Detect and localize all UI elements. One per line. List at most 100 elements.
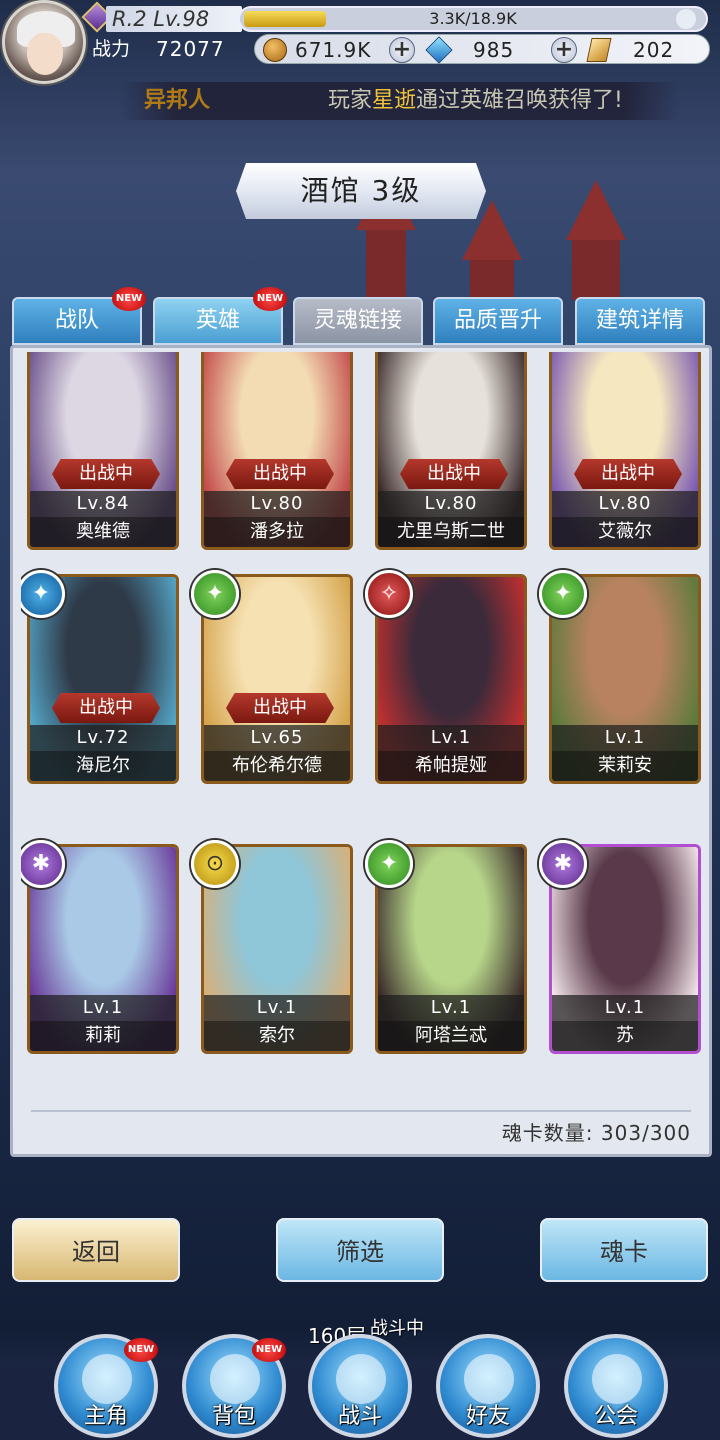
new-badge: NEW — [112, 287, 146, 311]
tab-building-details[interactable]: 建筑详情 — [575, 297, 705, 345]
hero-level: Lv.1 — [204, 995, 350, 1021]
tab-building-details-label: 建筑详情 — [595, 308, 684, 333]
nav-bag-button[interactable]: 背包 NEW — [182, 1334, 286, 1438]
hero-name: 索尔 — [204, 1021, 350, 1051]
card-amount: 202 — [633, 38, 675, 62]
tab-heroes[interactable]: 英雄 NEW — [153, 287, 287, 345]
nav-friends-button[interactable]: 好友 — [436, 1334, 540, 1438]
hero-level: Lv.1 — [378, 995, 524, 1021]
hero-grid[interactable]: 出战中 Lv.84 奥维德 出战中 Lv.80 潘多拉 出战中 Lv.80 尤里乌斯二世 出战中 L… — [21, 352, 701, 1122]
tab-team-label: 战队 — [54, 308, 99, 333]
hero-card[interactable]: 出战中 Lv.80 潘多拉 — [201, 352, 353, 550]
hero-level: Lv.84 — [30, 491, 176, 517]
gold-coin-icon — [263, 38, 287, 62]
exp-text: 3.3K/18.9K — [429, 9, 517, 28]
nav-battle-button[interactable]: 战斗 — [308, 1334, 412, 1438]
hero-name: 希帕提娅 — [378, 751, 524, 781]
hero-level: Lv.80 — [204, 491, 350, 517]
deployed-badge: 出战中 — [52, 459, 160, 489]
deployed-badge: 出战中 — [574, 459, 682, 489]
player-avatar[interactable] — [2, 0, 86, 84]
add-diamond-button[interactable]: + — [551, 37, 577, 63]
hero-name: 海尼尔 — [30, 751, 176, 781]
hero-name: 奥维德 — [30, 517, 176, 547]
deployed-badge: 出战中 — [226, 459, 334, 489]
announcement-marquee: 异邦人 玩家星逝通过英雄召唤获得了! — [120, 82, 680, 120]
nav-battle-label: 战斗 — [337, 1404, 382, 1429]
purple-element-icon: ✱ — [539, 840, 587, 888]
hero-level: Lv.80 — [552, 491, 698, 517]
avatar-face — [27, 33, 63, 75]
gold-amount: 671.9K — [295, 38, 372, 62]
filter-button[interactable]: 筛选 — [276, 1218, 444, 1282]
marquee-prefix: 玩家 — [328, 88, 373, 113]
soul-card-count: 魂卡数量: 303/300 — [501, 1121, 691, 1145]
exp-bar: 3.3K/18.9K — [238, 6, 708, 32]
green-element-icon: ✦ — [539, 570, 587, 618]
page-title: 酒馆 3级 — [236, 163, 486, 219]
hero-name: 苏 — [552, 1021, 698, 1051]
marquee-suffix: 通过英雄召唤获得了! — [416, 88, 623, 113]
top-bar: R.2 Lv.98 3.3K/18.9K 战力 72077 671.9K + 9… — [0, 0, 720, 84]
yellow-element-icon: ⊙ — [191, 840, 239, 888]
diamond-amount: 985 — [473, 38, 515, 62]
marquee-left-text: 异邦人 — [144, 88, 211, 113]
tab-soul-link[interactable]: 灵魂链接 — [293, 297, 423, 345]
nav-guild-button[interactable]: 公会 — [564, 1334, 668, 1438]
nav-hero-button[interactable]: 主角 NEW — [54, 1334, 158, 1438]
hero-level: Lv.65 — [204, 725, 350, 751]
hero-level: Lv.1 — [552, 995, 698, 1021]
hero-name: 潘多拉 — [204, 517, 350, 547]
green-element-icon: ✦ — [191, 570, 239, 618]
hero-name: 茉莉安 — [552, 751, 698, 781]
hero-level: Lv.72 — [30, 725, 176, 751]
exp-end-cap — [676, 9, 696, 29]
nav-guild-label: 公会 — [593, 1404, 638, 1429]
hero-card[interactable]: 出战中 Lv.84 奥维德 — [27, 352, 179, 550]
add-gold-button[interactable]: + — [389, 37, 415, 63]
hero-name: 尤里乌斯二世 — [378, 517, 524, 547]
hero-name: 艾薇尔 — [552, 517, 698, 547]
red-element-icon: ✧ — [365, 570, 413, 618]
tab-team[interactable]: 战队 NEW — [12, 287, 146, 345]
hero-level: Lv.1 — [30, 995, 176, 1021]
marquee-player-name: 星逝 — [372, 88, 417, 113]
tab-quality-upgrade[interactable]: 品质晋升 — [433, 297, 563, 345]
hero-name: 布伦希尔德 — [204, 751, 350, 781]
resource-bar: 671.9K + 985 + 202 — [254, 34, 710, 64]
deployed-badge: 出战中 — [52, 693, 160, 723]
deployed-badge: 出战中 — [226, 693, 334, 723]
hero-card[interactable]: 出战中 Lv.80 艾薇尔 — [549, 352, 701, 550]
tab-quality-upgrade-label: 品质晋升 — [453, 308, 542, 333]
back-button[interactable]: 返回 — [12, 1218, 180, 1282]
backpack-icon — [210, 1354, 260, 1404]
panel-divider — [31, 1110, 691, 1112]
hero-list-panel: 出战中 Lv.84 奥维德 出战中 Lv.80 潘多拉 出战中 Lv.80 尤里乌斯二世 出战中 L… — [10, 345, 712, 1157]
handshake-icon — [464, 1354, 514, 1404]
hero-level: Lv.1 — [378, 725, 524, 751]
nav-friends-label: 好友 — [465, 1404, 510, 1429]
hero-level: Lv.80 — [378, 491, 524, 517]
deployed-badge: 出战中 — [400, 459, 508, 489]
hero-name: 莉莉 — [30, 1021, 176, 1051]
new-badge: NEW — [253, 287, 287, 311]
battle-status: 战斗中 — [370, 1318, 424, 1339]
guild-crest-icon — [592, 1354, 642, 1404]
nav-bag-label: 背包 — [211, 1404, 256, 1429]
new-badge: NEW — [252, 1338, 286, 1362]
tab-soul-link-label: 灵魂链接 — [313, 308, 402, 333]
card-ticket-icon — [586, 38, 612, 62]
helmet-icon — [82, 1354, 132, 1404]
nav-hero-label: 主角 — [83, 1404, 128, 1429]
player-level: R.2 Lv.98 — [106, 6, 242, 32]
power-value: 72077 — [156, 37, 225, 61]
soul-card-button[interactable]: 魂卡 — [540, 1218, 708, 1282]
hero-level: Lv.1 — [552, 725, 698, 751]
hero-card[interactable]: 出战中 Lv.80 尤里乌斯二世 — [375, 352, 527, 550]
hero-name: 阿塔兰忒 — [378, 1021, 524, 1051]
crossed-swords-icon — [336, 1354, 386, 1404]
diamond-icon — [425, 36, 453, 64]
tab-heroes-label: 英雄 — [195, 308, 240, 333]
new-badge: NEW — [124, 1338, 158, 1362]
green-element-icon: ✦ — [365, 840, 413, 888]
